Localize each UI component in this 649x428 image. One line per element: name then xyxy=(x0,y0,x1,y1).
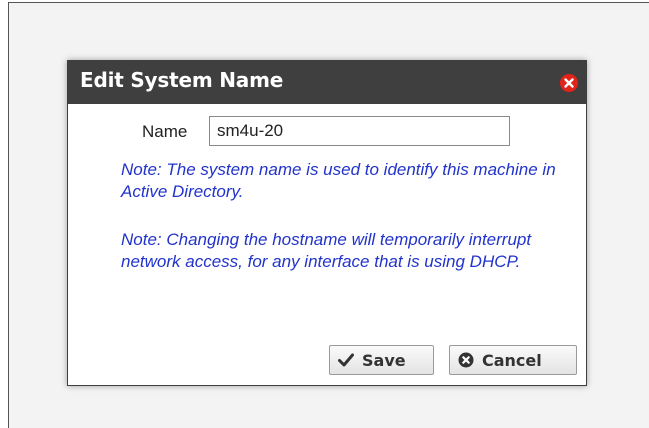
close-icon[interactable] xyxy=(560,74,578,92)
name-label: Name xyxy=(142,122,188,141)
system-name-input[interactable] xyxy=(209,116,510,146)
save-label: Save xyxy=(362,350,406,370)
edit-system-name-dialog: Edit System Name Name Note: The system n… xyxy=(67,60,587,386)
save-button[interactable]: Save xyxy=(329,345,434,375)
cancel-label: Cancel xyxy=(482,350,542,370)
cancel-button[interactable]: Cancel xyxy=(449,345,577,375)
note-hostname-dhcp: Note: Changing the hostname will tempora… xyxy=(121,230,532,271)
note-active-directory: Note: The system name is used to identif… xyxy=(121,160,556,201)
cancel-circle-icon xyxy=(458,352,474,368)
dialog-title: Edit System Name xyxy=(80,68,284,92)
checkmark-icon xyxy=(338,353,354,367)
dialog-titlebar: Edit System Name xyxy=(68,61,586,104)
name-row: Name xyxy=(68,116,586,148)
